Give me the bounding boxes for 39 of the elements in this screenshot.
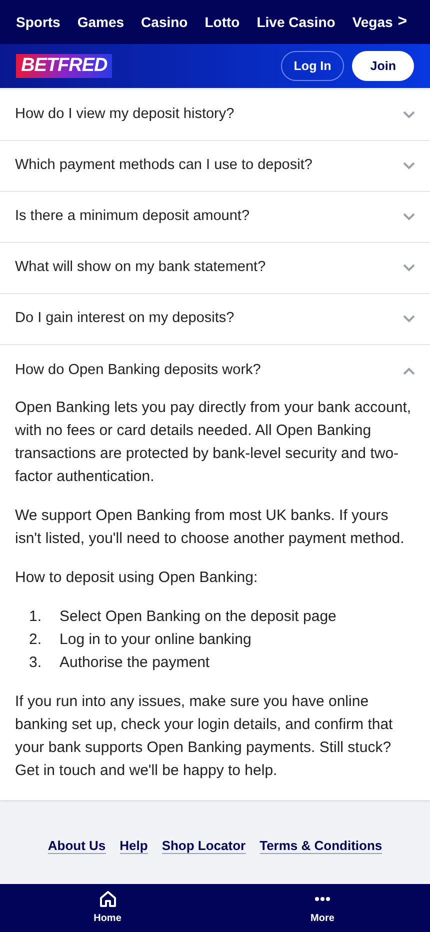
chevron-icon xyxy=(403,213,415,221)
chevron-icon xyxy=(403,162,415,170)
chevron-icon xyxy=(403,111,415,119)
list-number: 3. xyxy=(29,653,42,673)
footer-link[interactable]: Terms & Conditions xyxy=(260,838,382,854)
chevron-icon xyxy=(403,366,415,374)
answer-paragraph: How to deposit using Open Banking: xyxy=(15,568,259,588)
footer-link[interactable]: Shop Locator xyxy=(162,838,246,854)
footer-link[interactable]: Help xyxy=(120,838,148,854)
faq-question[interactable]: How do I view my deposit history? xyxy=(0,90,430,141)
list-item-text: Select Open Banking on the deposit page xyxy=(60,607,336,627)
list-number: 1. xyxy=(29,607,42,627)
nav-link-item[interactable]: Games xyxy=(77,12,124,32)
scroll-right-button[interactable]: > xyxy=(396,12,410,32)
more-icon xyxy=(315,897,330,901)
faq-question[interactable]: Do I gain interest on my deposits? xyxy=(0,294,430,345)
nav-link-item[interactable]: Vegas xyxy=(352,12,393,32)
answer-paragraph: If you run into any issues, make sure you have online banking set up, check your login details, and confirm that your bank supports Open Banking payments. Still stuck? Get in touch and we'll be happy to help. xyxy=(15,692,394,781)
nav-link-item[interactable]: Sports xyxy=(16,12,60,32)
nav-link-item[interactable]: Lotto xyxy=(204,12,240,32)
answer-paragraph: Open Banking lets you pay directly from your bank account, with no fees or card details needed. All Open Banking transactions are protected by bank-level security and two-factor authentication. xyxy=(15,398,412,487)
footer-link[interactable]: About Us xyxy=(48,838,106,854)
nav-link-item[interactable]: Casino xyxy=(141,12,188,32)
faq-question[interactable]: Which payment methods can I use to deposit? xyxy=(0,141,430,192)
faq-question[interactable]: What will show on my bank statement? xyxy=(0,243,430,294)
faq-question[interactable]: Is there a minimum deposit amount? xyxy=(0,192,430,243)
join-button[interactable]: Join xyxy=(352,50,414,82)
answer-paragraph: We support Open Banking from most UK banks. If yours isn't listed, you'll need to choose another payment method. xyxy=(15,506,406,549)
bottom-nav-more-button[interactable]: More xyxy=(215,884,430,932)
home-icon xyxy=(98,890,116,908)
chevron-icon xyxy=(403,315,415,323)
list-number: 2. xyxy=(29,630,42,650)
login-button[interactable]: Log In xyxy=(280,50,344,82)
bottom-nav-home-button[interactable]: Home xyxy=(0,884,215,932)
nav-link-item[interactable]: Live Casino xyxy=(256,12,336,32)
list-item-text: Authorise the payment xyxy=(60,653,210,673)
chevron-icon xyxy=(403,264,415,272)
faq-question[interactable]: How do Open Banking deposits work? xyxy=(0,345,430,396)
list-item-text: Log in to your online banking xyxy=(60,630,252,650)
